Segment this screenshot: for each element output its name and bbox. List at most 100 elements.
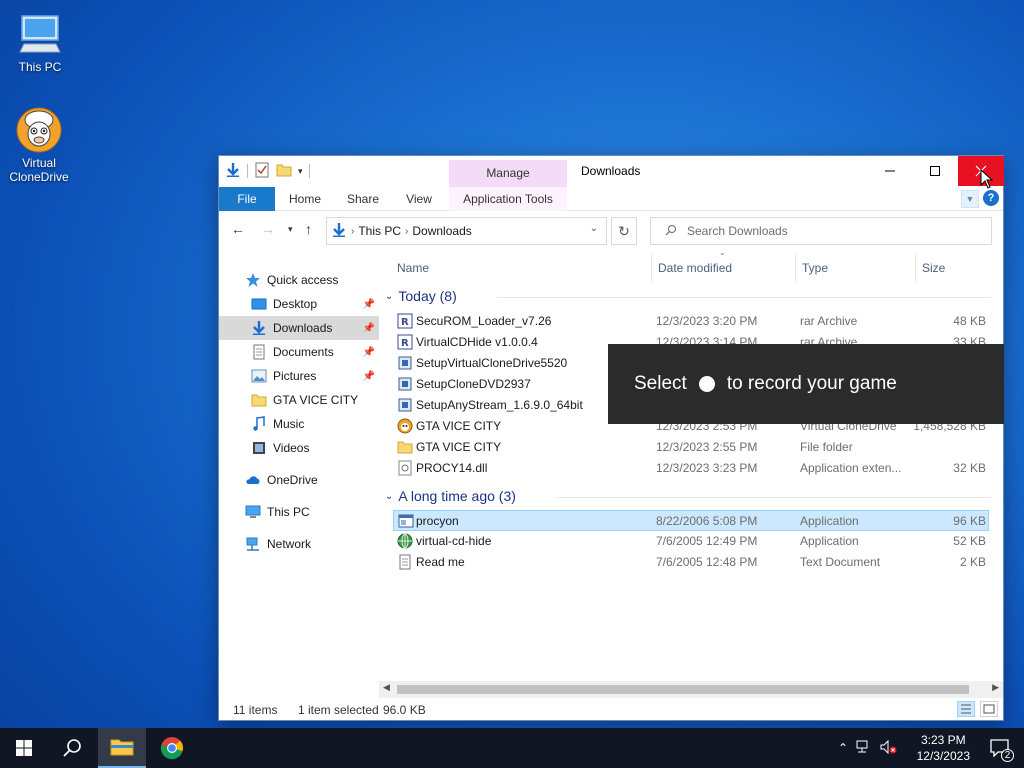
minimize-icon [885, 170, 895, 172]
app-window-icon [398, 513, 414, 529]
desktop-icon-this-pc[interactable]: This PC [2, 10, 78, 74]
network-icon[interactable] [856, 740, 872, 757]
new-folder-icon[interactable] [276, 162, 292, 181]
row-size: 48 KB [953, 314, 986, 328]
column-header-size[interactable]: Size [922, 254, 945, 282]
column-separator[interactable] [651, 254, 652, 282]
customize-qat-dropdown-icon[interactable]: ▾ [298, 166, 303, 177]
nav-item-quick-access[interactable]: Quick access [219, 268, 379, 292]
details-view-button[interactable] [957, 701, 975, 717]
quick-access-toolbar: ▾ [225, 161, 310, 181]
star-icon [245, 272, 261, 288]
nav-item-downloads[interactable]: Downloads 📌 [219, 316, 379, 340]
nav-item-desktop[interactable]: Desktop 📌 [219, 292, 379, 316]
file-explorer-window: ▾ Manage Downloads File Home Share View … [218, 155, 1004, 721]
file-list: Name Date modified Type Size ⌄ ⌄ Today (… [379, 248, 1003, 698]
start-button[interactable] [0, 728, 48, 768]
address-bar[interactable]: › This PC › Downloads ⌄ [326, 217, 607, 245]
taskbar-chrome[interactable] [148, 728, 196, 768]
videos-icon [251, 440, 267, 456]
search-button[interactable] [48, 728, 96, 768]
properties-icon[interactable] [254, 162, 270, 181]
table-row[interactable]: PROCY14.dll 12/3/2023 3:23 PM Applicatio… [393, 458, 989, 479]
row-size: 32 KB [953, 461, 986, 475]
nav-label: Quick access [267, 273, 339, 287]
group-header-today[interactable]: ⌄ Today (8) [385, 288, 457, 304]
status-size: 96.0 KB [383, 703, 426, 717]
forward-button[interactable]: → [261, 221, 275, 237]
nav-item-music[interactable]: Music [219, 412, 379, 436]
this-pc-icon [16, 10, 64, 58]
tab-view[interactable]: View [397, 187, 441, 211]
nav-item-onedrive[interactable]: OneDrive [219, 468, 379, 492]
breadcrumb-this-pc[interactable]: This PC [358, 224, 401, 238]
horizontal-scrollbar[interactable]: ◀ ▶ [379, 681, 1003, 698]
chevron-up-icon[interactable]: ⌃ [838, 741, 848, 755]
title-bar: ▾ Manage Downloads [219, 156, 1004, 210]
folder-icon [397, 439, 413, 455]
nav-item-gta-vice-city[interactable]: GTA VICE CITY [219, 388, 379, 412]
up-button[interactable]: ↑ [305, 221, 312, 237]
column-header-date-modified[interactable]: Date modified [658, 254, 732, 282]
installer-icon [397, 376, 413, 392]
taskbar-file-explorer[interactable] [98, 728, 146, 768]
archive-icon: R [397, 313, 413, 329]
column-separator[interactable] [915, 254, 916, 282]
forward-arrow-icon: → [261, 221, 275, 237]
refresh-button[interactable]: ↻ [611, 217, 637, 245]
table-row[interactable]: Read me 7/6/2005 12:48 PM Text Document … [393, 552, 989, 573]
group-header-a-long-time-ago[interactable]: ⌄ A long time ago (3) [385, 488, 516, 504]
desktop-icon-virtual-clonedrive[interactable]: Virtual CloneDrive [1, 104, 77, 184]
installer-icon [397, 397, 413, 413]
tab-home[interactable]: Home [281, 187, 329, 211]
group-title: A long time ago (3) [398, 488, 516, 504]
column-header-name[interactable]: Name [397, 254, 429, 282]
tab-share[interactable]: Share [339, 187, 387, 211]
expand-ribbon-button[interactable]: ▼ [961, 190, 979, 208]
desktop-icon-label: This PC [18, 60, 62, 74]
volume-muted-icon[interactable] [880, 739, 898, 757]
tab-file[interactable]: File [219, 187, 275, 211]
column-header-type[interactable]: Type [802, 254, 828, 282]
breadcrumb-downloads[interactable]: Downloads [412, 224, 471, 238]
tab-application-tools[interactable]: Application Tools [449, 187, 567, 211]
search-placeholder: Search Downloads [687, 224, 788, 238]
record-circle-icon [698, 376, 715, 392]
down-arrow-icon[interactable] [225, 162, 241, 181]
maximize-button[interactable] [912, 156, 958, 186]
refresh-icon: ↻ [618, 223, 630, 239]
scrollbar-thumb[interactable] [397, 685, 969, 694]
nav-item-documents[interactable]: Documents 📌 [219, 340, 379, 364]
table-row[interactable]: procyon 8/22/2006 5:08 PM Application 96… [393, 510, 989, 531]
row-size: 2 KB [959, 555, 986, 569]
windows-logo-icon [16, 740, 32, 756]
pictures-icon [251, 368, 267, 384]
nav-item-this-pc[interactable]: This PC [219, 500, 379, 524]
help-icon[interactable]: ? [983, 190, 999, 206]
large-icons-view-button[interactable] [980, 701, 998, 717]
scroll-left-icon[interactable]: ◀ [383, 682, 390, 693]
search-input[interactable]: Search Downloads [650, 217, 992, 245]
column-separator[interactable] [795, 254, 796, 282]
nav-item-videos[interactable]: Videos [219, 436, 379, 460]
game-bar-toast: Select to record your game [608, 344, 1004, 424]
recent-locations-button[interactable]: ▾ [288, 224, 293, 235]
documents-icon [251, 344, 267, 360]
clock-date: 12/3/2023 [916, 749, 970, 763]
table-row[interactable]: R SecuROM_Loader_v7.26 12/3/2023 3:20 PM… [393, 311, 989, 332]
action-center-button[interactable]: 2 [976, 728, 1024, 768]
nav-label: Pictures [273, 369, 317, 383]
address-dropdown-icon[interactable]: ⌄ [590, 223, 598, 234]
row-name: GTA VICE CITY [416, 440, 502, 454]
table-row[interactable]: GTA VICE CITY 12/3/2023 2:55 PM File fol… [393, 437, 989, 458]
nav-item-pictures[interactable]: Pictures 📌 [219, 364, 379, 388]
row-size: 96 KB [953, 514, 986, 528]
row-date: 7/6/2005 12:48 PM [656, 555, 758, 569]
minimize-button[interactable] [867, 156, 913, 186]
scroll-right-icon[interactable]: ▶ [992, 682, 999, 693]
table-row[interactable]: virtual-cd-hide 7/6/2005 12:49 PM Applic… [393, 531, 989, 552]
taskbar-clock[interactable]: 3:23 PM 12/3/2023 [917, 732, 970, 764]
nav-item-network[interactable]: Network [219, 532, 379, 556]
row-date: 7/6/2005 12:49 PM [656, 534, 758, 548]
back-button[interactable]: ← [231, 221, 245, 237]
